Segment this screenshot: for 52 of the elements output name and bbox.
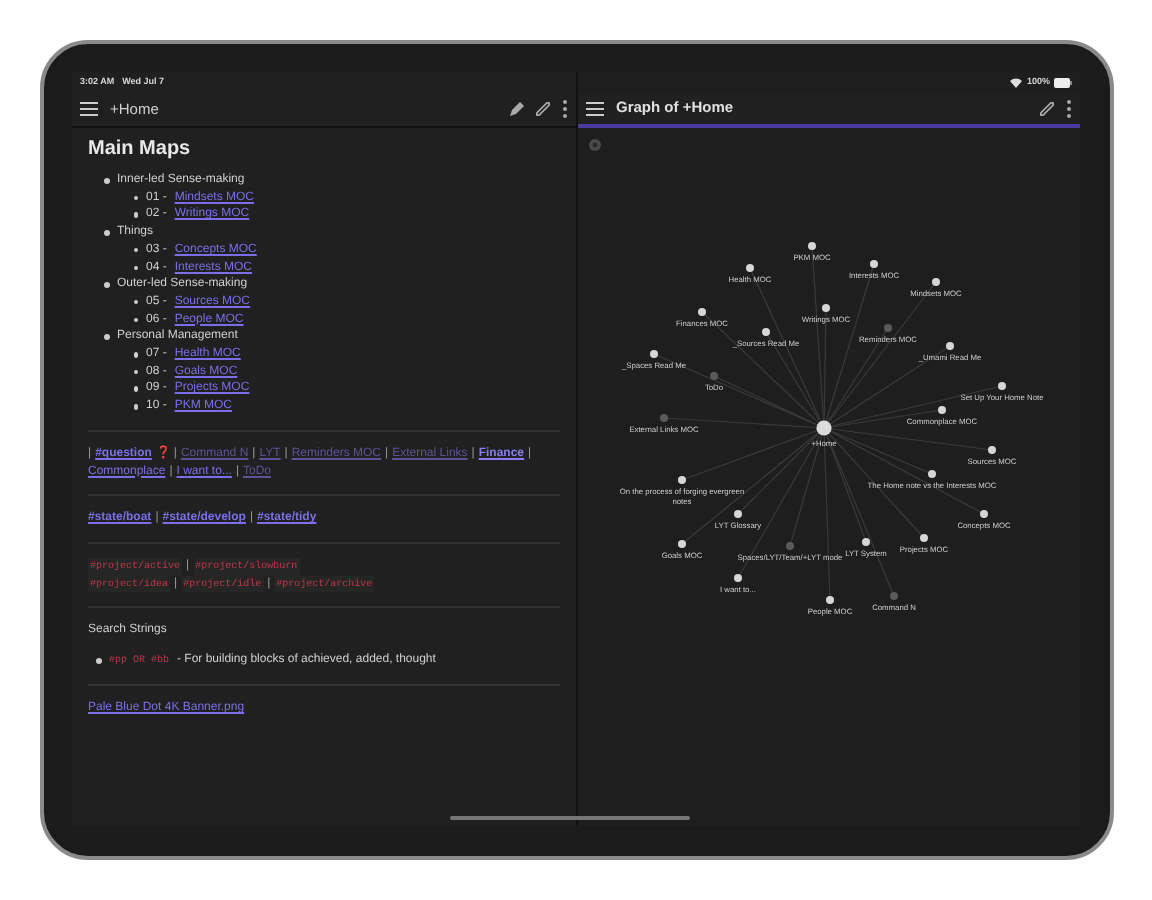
note-heading: Main Maps [88, 136, 193, 164]
graph-node[interactable] [710, 372, 718, 380]
bullet-icon [96, 658, 101, 664]
wifi-icon [1010, 77, 1023, 87]
link-icon[interactable] [1040, 101, 1054, 115]
bullet-icon [133, 247, 138, 253]
menu-icon[interactable] [586, 101, 604, 115]
bullet-icon [133, 369, 138, 375]
bullet-icon [104, 334, 109, 340]
graph-node[interactable] [862, 538, 870, 546]
graph-node[interactable] [884, 324, 892, 332]
more-icon[interactable] [562, 100, 568, 118]
bullet-icon [104, 282, 109, 288]
graph-node[interactable] [678, 476, 686, 484]
bullet-icon [104, 178, 109, 183]
graph-node[interactable] [998, 382, 1006, 390]
graph-node[interactable] [678, 540, 686, 548]
graph-node[interactable] [698, 308, 706, 316]
graph-node[interactable] [786, 542, 794, 550]
menu-icon[interactable] [80, 102, 98, 116]
graph-node[interactable] [988, 446, 996, 454]
graph-node[interactable] [920, 534, 928, 542]
graph-node[interactable] [660, 414, 668, 422]
graph-node[interactable] [808, 242, 816, 250]
graph-node[interactable] [816, 420, 832, 436]
link-icon[interactable] [536, 102, 550, 116]
graph-node[interactable] [822, 304, 830, 312]
graph-node[interactable] [762, 328, 770, 336]
graph-node[interactable] [826, 596, 834, 604]
bullet-icon [133, 352, 138, 358]
bullet-icon [133, 299, 138, 305]
graph-node[interactable] [650, 350, 658, 358]
graph-node[interactable] [870, 260, 878, 268]
graph-node[interactable] [746, 264, 754, 272]
graph-node[interactable] [928, 470, 936, 478]
graph-node[interactable] [734, 574, 742, 582]
graph-node[interactable] [890, 592, 898, 600]
more-icon[interactable] [1066, 99, 1072, 117]
graph-node[interactable] [734, 510, 742, 518]
bullet-icon [104, 230, 109, 236]
graph-node[interactable] [980, 510, 988, 518]
graph-node[interactable] [946, 342, 954, 350]
graph-node[interactable] [938, 406, 946, 414]
bullet-icon [133, 317, 138, 323]
bullet-icon [133, 195, 138, 201]
battery-icon [1054, 77, 1072, 87]
bullet-icon [133, 386, 138, 392]
graph-node[interactable] [932, 278, 940, 286]
bullet-icon [133, 265, 138, 271]
bullet-icon [133, 212, 138, 218]
pencil-icon[interactable] [508, 101, 524, 117]
bullet-icon [133, 404, 138, 410]
